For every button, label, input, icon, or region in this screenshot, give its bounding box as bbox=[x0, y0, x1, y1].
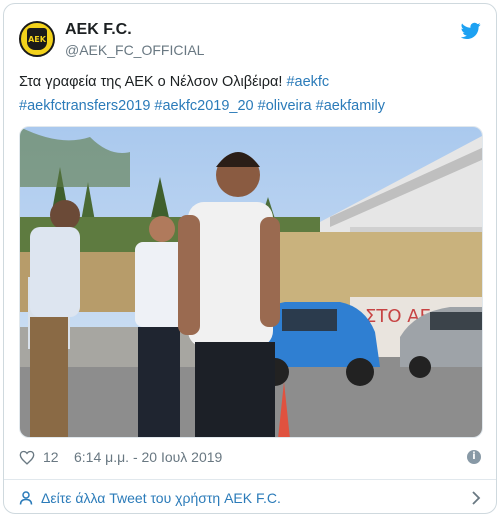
divider bbox=[4, 479, 496, 480]
more-tweets-link[interactable]: Δείτε άλλα Tweet του χρήστη AEK F.C. bbox=[19, 484, 481, 512]
tweet-card: ΑΕΚ AEK F.C. @AEK_FC_OFFICIAL Στα γραφεί… bbox=[3, 3, 497, 514]
aek-logo-icon: ΑΕΚ bbox=[27, 28, 47, 50]
tweet-body: Στα γραφεία της ΑΕΚ ο Νέλσον Ολιβέιρα! bbox=[19, 74, 287, 90]
hashtag-link[interactable]: #aekfc2019_20 bbox=[154, 98, 253, 114]
heart-icon[interactable] bbox=[19, 450, 35, 465]
timestamp[interactable]: 6:14 μ.μ. - 20 Ιουλ 2019 bbox=[74, 449, 222, 465]
like-count[interactable]: 12 bbox=[43, 449, 59, 465]
photo-scene: ΣΤΟ ΑΕ bbox=[20, 127, 482, 437]
tweet-meta: 12 6:14 μ.μ. - 20 Ιουλ 2019 i bbox=[19, 448, 481, 468]
twitter-bird-icon[interactable] bbox=[461, 22, 481, 40]
avatar[interactable]: ΑΕΚ bbox=[19, 21, 55, 57]
info-icon[interactable]: i bbox=[467, 450, 481, 464]
tweet-text: Στα γραφεία της ΑΕΚ ο Νέλσον Ολιβέιρα! #… bbox=[19, 70, 481, 118]
hashtag-link[interactable]: #aekfc bbox=[286, 74, 329, 90]
tweet-photo[interactable]: ΣΤΟ ΑΕ bbox=[19, 126, 483, 438]
handle[interactable]: @AEK_FC_OFFICIAL bbox=[65, 41, 204, 59]
display-name[interactable]: AEK F.C. bbox=[65, 20, 204, 40]
author-names[interactable]: AEK F.C. @AEK_FC_OFFICIAL bbox=[65, 20, 204, 59]
hashtag-link[interactable]: #aekfctransfers2019 bbox=[19, 98, 150, 114]
user-icon bbox=[19, 491, 33, 505]
chevron-right-icon[interactable] bbox=[471, 490, 481, 506]
hashtag-link[interactable]: #aekfamily bbox=[316, 98, 385, 114]
tweet-header: ΑΕΚ AEK F.C. @AEK_FC_OFFICIAL bbox=[19, 18, 481, 66]
hashtag-link[interactable]: #oliveira bbox=[258, 98, 312, 114]
more-tweets-label[interactable]: Δείτε άλλα Tweet του χρήστη AEK F.C. bbox=[41, 490, 281, 506]
